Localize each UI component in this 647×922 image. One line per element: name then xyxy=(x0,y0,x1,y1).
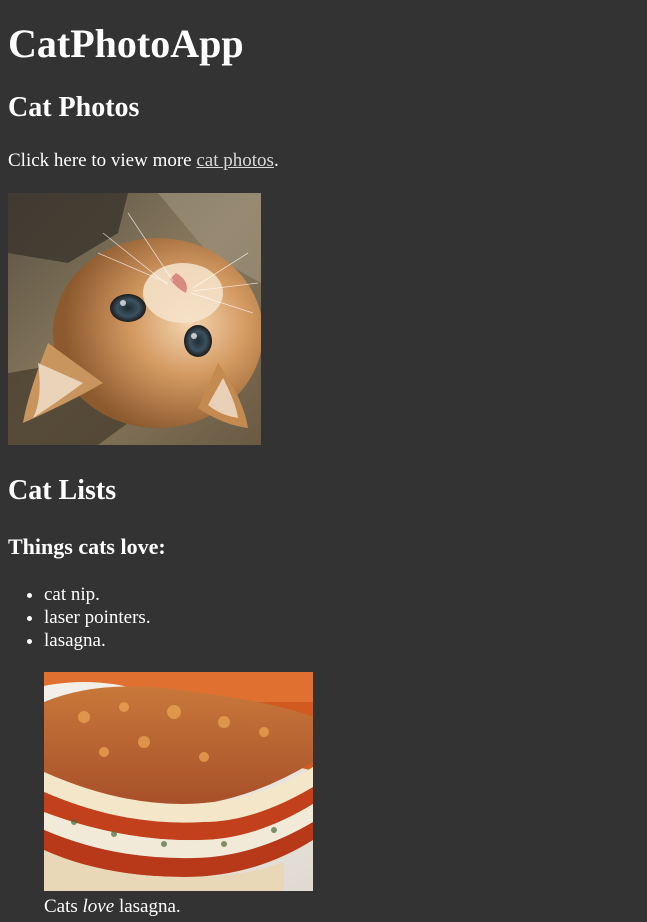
cat-lists-heading: Cat Lists xyxy=(8,475,117,506)
cat-photos-link[interactable]: cat photos xyxy=(196,150,274,171)
cat-photos-heading: Cat Photos xyxy=(8,92,140,123)
view-more-text: Click here to view more cat photos. xyxy=(8,149,279,173)
lasagna-figure: Cats love lasagna. xyxy=(44,672,313,919)
view-more-suffix: . xyxy=(273,150,279,171)
cats-love-list: cat nip. laser pointers. lasagna. xyxy=(8,583,151,652)
things-cats-love-heading: Things cats love: xyxy=(8,534,166,559)
caption-after: lasagna. xyxy=(114,896,181,917)
view-more-prefix: Click here to view more xyxy=(8,150,197,171)
app-title: CatPhotoApp xyxy=(8,21,244,66)
list-item: cat nip. xyxy=(44,583,151,606)
cat-photo[interactable] xyxy=(8,193,261,445)
caption-before: Cats xyxy=(44,896,83,917)
caption-emphasis: love xyxy=(82,896,115,917)
lasagna-photo xyxy=(44,672,313,891)
lasagna-caption: Cats love lasagna. xyxy=(44,895,313,919)
list-item: lasagna. xyxy=(44,629,151,652)
list-item: laser pointers. xyxy=(44,606,151,629)
